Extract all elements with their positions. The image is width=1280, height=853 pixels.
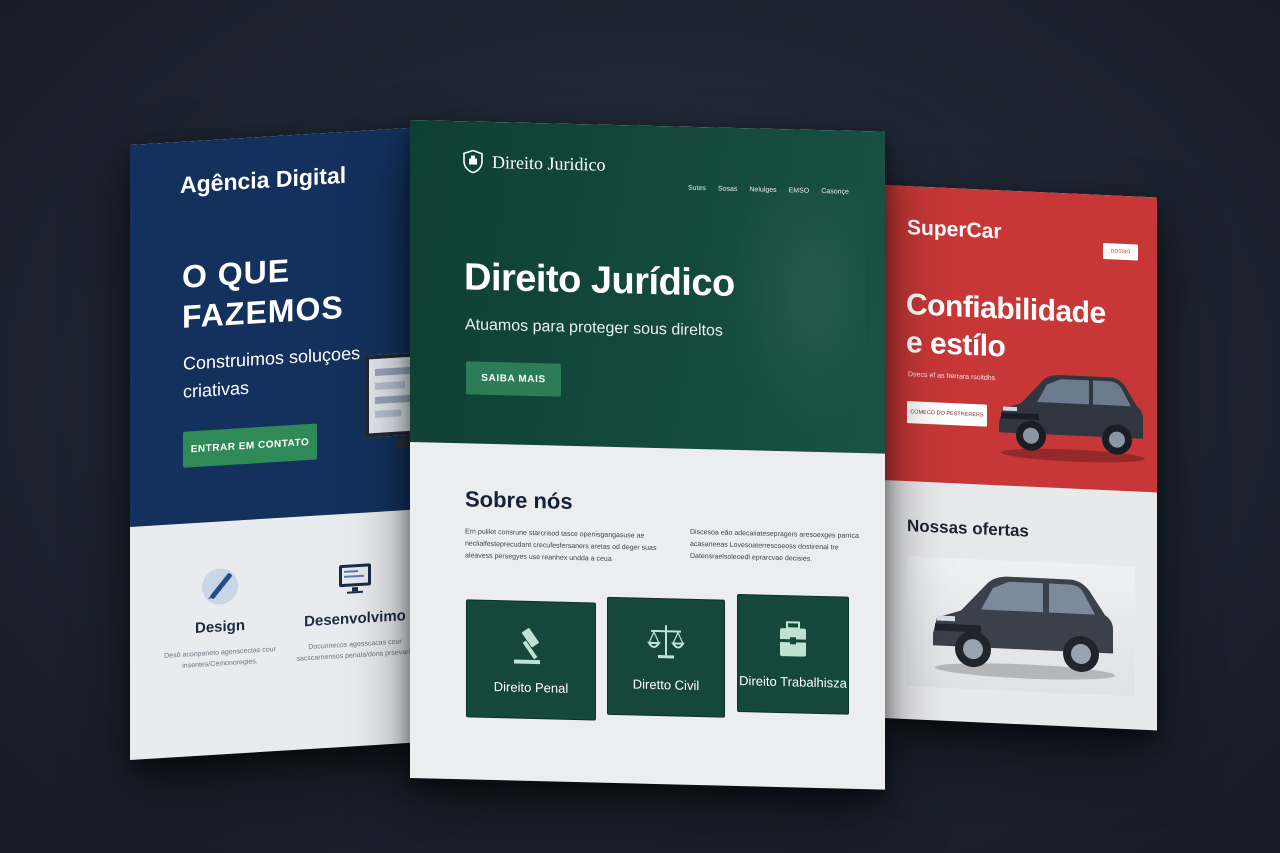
header-button[interactable]: DOSSIO bbox=[1103, 242, 1138, 261]
agencia-hero: Agência Digital O QUE FAZEMOS Construimo… bbox=[130, 126, 430, 527]
supercar-cta-button[interactable]: COMECO DO PESTRERERS bbox=[907, 401, 987, 427]
practice-area-trabalhista[interactable]: Direito Trabalhisza bbox=[737, 593, 849, 715]
agencia-headline: O QUE FAZEMOS bbox=[182, 252, 344, 335]
suv-car-image bbox=[933, 576, 1115, 680]
direito-brand[interactable]: Direito Juridico bbox=[492, 152, 605, 176]
nav-item[interactable]: Sosas bbox=[718, 186, 737, 193]
service-desc: Desô aconpaneto agenscectas cour insente… bbox=[164, 646, 276, 670]
suv-car-image bbox=[999, 375, 1145, 463]
practice-area-label: Diretto Civil bbox=[632, 675, 700, 693]
practice-area-label: Direito Trabalhisza bbox=[739, 672, 847, 691]
briefcase-icon bbox=[780, 620, 806, 657]
direito-headline: Direito Jurídico bbox=[464, 256, 735, 305]
agencia-brand[interactable]: Agência Digital bbox=[180, 162, 346, 199]
nav-item[interactable]: EMSO bbox=[789, 187, 810, 195]
supercar-brand[interactable]: SuperCar bbox=[907, 216, 1002, 244]
supercar-page: SuperCar DOSSIO Confiabilidade e estílo … bbox=[883, 185, 1157, 731]
practice-area-label: Direito Penal bbox=[493, 678, 569, 696]
nav-item[interactable]: Sutes bbox=[688, 185, 706, 192]
supercar-headline: Confiabilidade e estílo bbox=[906, 288, 1106, 364]
agencia-digital-page: Agência Digital O QUE FAZEMOS Construimo… bbox=[130, 126, 430, 760]
about-paragraph: Ern pulilet consrune starcrisod tasce op… bbox=[465, 528, 657, 563]
offers-title: Nossas ofertas bbox=[907, 516, 1029, 541]
practice-area-civil[interactable]: Diretto Civil bbox=[607, 596, 725, 718]
saiba-mais-button[interactable]: SAIBA MAIS bbox=[466, 361, 561, 397]
scales-icon bbox=[647, 624, 685, 658]
service-desc: Docunnecos agesscacas cour sacscarnensos… bbox=[296, 638, 414, 663]
direito-subtitle: Atuamos para proteger sous direltos bbox=[465, 316, 723, 340]
shield-icon bbox=[463, 149, 483, 174]
direito-nav: Sutes Sosas Nelulges EMSO Casonçe bbox=[688, 185, 849, 196]
direito-hero: Direito Juridico Sutes Sosas Nelulges EM… bbox=[410, 120, 885, 454]
about-title: Sobre nós bbox=[465, 486, 573, 514]
supercar-hero: SuperCar DOSSIO Confiabilidade e estílo … bbox=[883, 185, 1157, 493]
monitor-icon bbox=[333, 555, 377, 602]
nav-item[interactable]: Casonçe bbox=[821, 188, 849, 196]
contact-button[interactable]: ENTRAR EM CONTATO bbox=[183, 423, 317, 468]
service-design[interactable]: Design Desô aconpaneto agenscectas cour … bbox=[155, 561, 285, 674]
service-development[interactable]: Desenvolvimo Docunnecos agesscacas cour … bbox=[290, 552, 420, 665]
service-title: Desenvolvimo bbox=[304, 607, 406, 631]
agencia-subtitle: Construimos soluçoes criativas bbox=[183, 342, 361, 402]
service-title: Design bbox=[194, 616, 245, 638]
pen-icon bbox=[198, 563, 242, 610]
supercar-tagline: Dsecs ef as herrara rscitdhs bbox=[908, 371, 996, 383]
nav-item[interactable]: Nelulges bbox=[749, 186, 776, 194]
mockup-stage: Agência Digital O QUE FAZEMOS Construimo… bbox=[0, 0, 1280, 853]
practice-area-penal[interactable]: Direito Penal bbox=[466, 599, 596, 721]
about-paragraph: Discesoa eão adecaiiatesepragers aresoex… bbox=[690, 528, 859, 563]
gavel-icon bbox=[514, 627, 540, 664]
direito-juridico-page: Direito Juridico Sutes Sosas Nelulges EM… bbox=[410, 120, 885, 790]
